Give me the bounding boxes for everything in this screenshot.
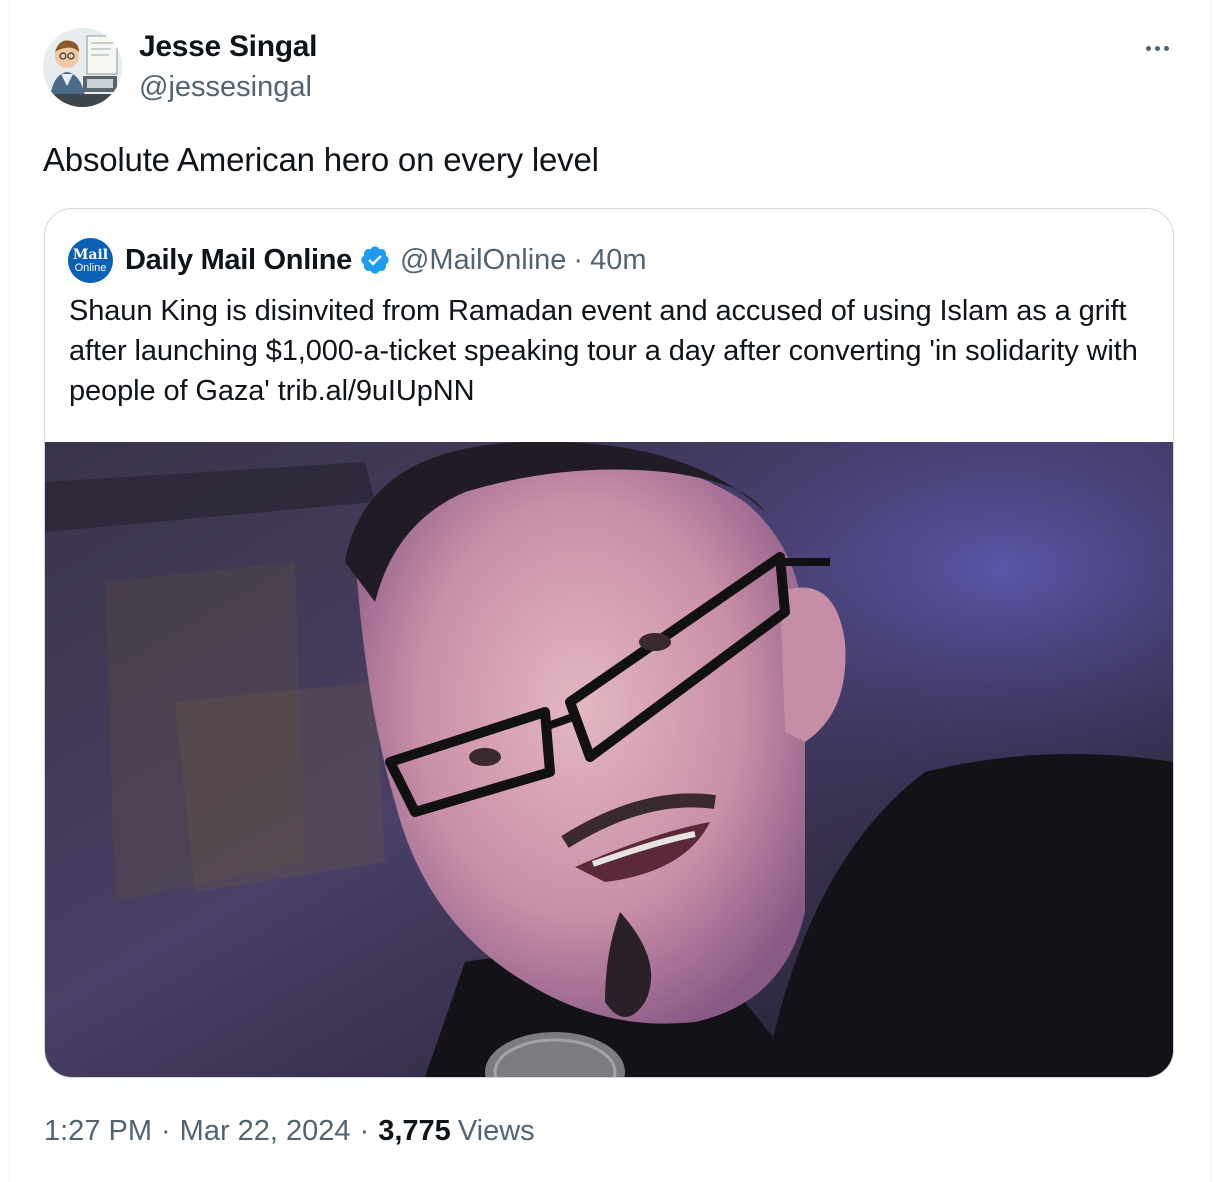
quoted-author-avatar[interactable]: Mail Online bbox=[68, 238, 113, 283]
quoted-tweet-card[interactable]: Mail Online Daily Mail Online @MailOnlin… bbox=[44, 208, 1174, 1078]
separator-dot: · bbox=[161, 1114, 171, 1147]
separator-dot: · bbox=[359, 1114, 370, 1147]
more-horizontal-icon-dot bbox=[1154, 45, 1160, 51]
views-label: Views bbox=[457, 1114, 535, 1147]
frame-divider-right bbox=[1211, 0, 1212, 1182]
views-count[interactable]: 3,775 bbox=[378, 1115, 451, 1148]
quoted-tweet-time[interactable]: 40m bbox=[590, 244, 646, 277]
tweet-text: Absolute American hero on every level bbox=[43, 141, 599, 178]
photo-illustration bbox=[45, 442, 1173, 1077]
quoted-author-name[interactable]: Daily Mail Online bbox=[125, 244, 352, 277]
tweet-metadata: 1:27 PM · Mar 22, 2024 · 3,775 Views bbox=[44, 1111, 535, 1151]
more-horizontal-icon-dot bbox=[1163, 45, 1169, 51]
more-horizontal-icon bbox=[1145, 45, 1151, 51]
more-options-button[interactable] bbox=[1130, 30, 1184, 66]
frame-divider-left bbox=[9, 0, 10, 1182]
quoted-tweet-header: Daily Mail Online @MailOnline · 40m bbox=[125, 240, 647, 280]
avatar-logo-text-bottom: Online bbox=[74, 261, 107, 274]
avatar-logo-text-top: Mail bbox=[72, 246, 109, 263]
quoted-author-handle[interactable]: @MailOnline bbox=[400, 244, 566, 277]
author-handle[interactable]: @jessesingal bbox=[139, 71, 312, 104]
quoted-tweet-text: Shaun King is disinvited from Ramadan ev… bbox=[69, 295, 1138, 407]
author-avatar-illustration bbox=[43, 28, 122, 107]
verified-badge-icon[interactable] bbox=[359, 244, 391, 276]
author-display-name[interactable]: Jesse Singal bbox=[139, 30, 317, 64]
separator-dot: · bbox=[573, 243, 584, 276]
author-avatar[interactable] bbox=[43, 28, 122, 107]
tweet-time[interactable]: 1:27 PM bbox=[44, 1115, 152, 1148]
tweet-date[interactable]: Mar 22, 2024 bbox=[180, 1115, 351, 1148]
quoted-tweet-photo[interactable] bbox=[45, 442, 1173, 1077]
